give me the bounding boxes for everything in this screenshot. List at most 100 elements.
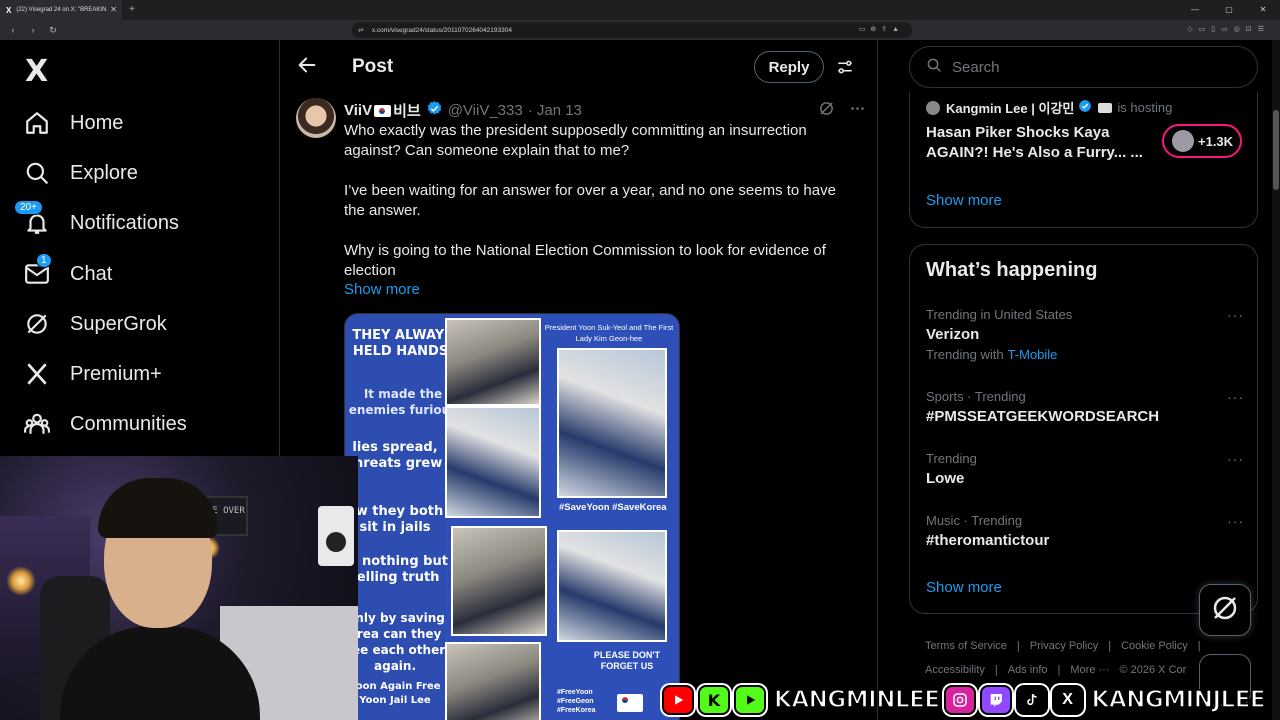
- nav-home[interactable]: Home: [24, 103, 123, 143]
- rumble-icon: [734, 685, 766, 715]
- window-controls: — ▢ ✕: [1178, 0, 1280, 20]
- footer-link[interactable]: Accessibility: [925, 664, 985, 676]
- trends-show-more-link[interactable]: Show more: [926, 579, 1002, 596]
- footer-links: Terms of Service | Privacy Policy | Cookie P…: [925, 634, 1225, 682]
- trend-context: Trending in United States: [926, 307, 1073, 322]
- footer-separator: |: [1108, 640, 1112, 652]
- more-options-icon[interactable]: ···: [1227, 389, 1244, 405]
- nav-premium[interactable]: Premium+: [24, 354, 162, 394]
- grok-floating-button[interactable]: [1199, 584, 1251, 636]
- footer-link[interactable]: More ···: [1070, 664, 1109, 676]
- nav-premium-label: Premium+: [70, 362, 162, 385]
- webcam-light: [6, 566, 36, 596]
- webcam-person-hair: [98, 478, 218, 538]
- grok-icon: [1210, 593, 1240, 628]
- footer-separator: |: [1016, 640, 1020, 652]
- nav-communities[interactable]: Communities: [24, 404, 187, 444]
- search-icon: [24, 160, 50, 186]
- whats-happening-title: What’s happening: [926, 259, 1098, 281]
- image-caption: ow they both sit in jails: [346, 504, 444, 535]
- tiktok-icon: [1015, 685, 1048, 715]
- nav-explore[interactable]: Explore: [24, 153, 138, 193]
- x-logo-icon[interactable]: X: [25, 54, 48, 89]
- home-icon: [24, 110, 50, 136]
- scrollbar-thumb[interactable]: [1273, 110, 1279, 190]
- forward-nav-icon[interactable]: ›: [26, 25, 40, 35]
- extension-icons[interactable]: ◇▭▯▭◎⊡☰: [1187, 25, 1270, 33]
- footer-link[interactable]: Terms of Service: [925, 640, 1007, 652]
- trend-context: Music · Trending: [926, 513, 1023, 528]
- search-box[interactable]: [909, 46, 1258, 88]
- image-photo: [445, 642, 541, 720]
- page-scrollbar[interactable]: [1272, 40, 1280, 720]
- tab-title: (22) Visegrad 24 on X: "BREAKIN: [16, 7, 107, 13]
- trend-item[interactable]: Sports · Trending #PMSSEATGEEKWORDSEARCH…: [926, 389, 1246, 427]
- post-date[interactable]: · Jan 13: [528, 102, 582, 119]
- image-caption: Yoon Again Free Yoon Jail Lee: [349, 681, 441, 706]
- live-space-card[interactable]: Kangmin Lee | 이강민 is hosting Hasan Piker…: [909, 92, 1258, 228]
- author-display-name[interactable]: ViiV: [344, 102, 372, 119]
- listener-count: +1.3K: [1198, 133, 1234, 149]
- post-image[interactable]: THEY ALWAYS HELD HANDS. It made the enem…: [344, 313, 680, 720]
- trend-item[interactable]: Trending Lowe ···: [926, 451, 1246, 489]
- show-more-link[interactable]: Show more: [344, 281, 420, 298]
- back-nav-icon[interactable]: ‹: [6, 25, 20, 35]
- listener-avatar: [1172, 130, 1194, 152]
- browser-tab[interactable]: X (22) Visegrad 24 on X: "BREAKIN ✕: [0, 0, 122, 20]
- nav-notifications[interactable]: 20+ Notifications: [14, 200, 179, 243]
- search-icon: [926, 57, 942, 78]
- x-icon: X: [1051, 685, 1084, 715]
- trend-item[interactable]: Trending in United States Verizon Trendi…: [926, 307, 1246, 362]
- banner-handle: KANGMINJLEE: [1091, 686, 1267, 714]
- main-column: Post Reply ViiV 비브 @ViiV_333 · Jan 13 Wh…: [280, 40, 878, 720]
- footer-separator: |: [1057, 664, 1061, 676]
- image-header-text: President Yoon Suk-Yeol and The First La…: [544, 323, 674, 343]
- minimize-icon[interactable]: —: [1178, 0, 1212, 20]
- image-please-text: PLEASE DON'T FORGET US: [593, 650, 661, 671]
- url-field[interactable]: ⇌ x.com/visegrad24/status/20110702640421…: [352, 22, 912, 38]
- trend-item[interactable]: Music · Trending #theromantictour ···: [926, 513, 1246, 551]
- nav-home-label: Home: [70, 111, 124, 134]
- footer-link[interactable]: Privacy Policy: [1030, 640, 1098, 652]
- new-tab-button[interactable]: +: [122, 0, 142, 20]
- back-arrow-icon[interactable]: [296, 54, 318, 81]
- post-row-actions: [818, 100, 866, 122]
- author-avatar[interactable]: [296, 98, 336, 138]
- nav-chat[interactable]: 1 Chat: [24, 253, 112, 294]
- site-info-icon[interactable]: ⇌: [358, 26, 364, 34]
- space-title[interactable]: Hasan Piker Shocks Kaya AGAIN?! He's Als…: [926, 123, 1156, 163]
- window-close-icon[interactable]: ✕: [1246, 0, 1280, 20]
- space-listeners-pill[interactable]: +1.3K: [1162, 124, 1242, 158]
- notifications-badge: 20+: [14, 200, 43, 215]
- webcam-speaker: [318, 506, 354, 566]
- sliders-icon[interactable]: [836, 58, 854, 81]
- footer-link[interactable]: Ads info: [1008, 664, 1048, 676]
- space-host-row: Kangmin Lee | 이강민 is hosting: [926, 98, 1172, 117]
- trend-with: Trending with T-Mobile: [926, 347, 1246, 362]
- youtube-icon: [662, 685, 694, 715]
- reload-icon[interactable]: ↻: [46, 25, 60, 36]
- nav-supergrok[interactable]: SuperGrok: [24, 304, 167, 344]
- x-icon: [24, 361, 50, 387]
- author-handle[interactable]: @ViiV_333: [448, 102, 523, 119]
- maximize-icon[interactable]: ▢: [1212, 0, 1246, 20]
- url-action-icons[interactable]: ▭⊕⇪▲: [859, 25, 904, 33]
- footer-link[interactable]: Cookie Policy: [1121, 640, 1188, 652]
- more-options-icon[interactable]: ···: [1227, 513, 1244, 529]
- trend-with-link[interactable]: T-Mobile: [1008, 347, 1058, 362]
- tab-close-icon[interactable]: ✕: [110, 5, 117, 14]
- kick-icon: K: [698, 685, 730, 715]
- korea-flag-icon: [374, 104, 392, 117]
- more-options-icon[interactable]: ···: [1227, 307, 1244, 323]
- nav-communities-label: Communities: [70, 412, 187, 435]
- address-bar-row: ‹ › ↻ ⇌ x.com/visegrad24/status/20110702…: [0, 20, 1280, 40]
- reply-button[interactable]: Reply: [754, 51, 824, 83]
- space-show-more-link[interactable]: Show more: [926, 192, 1002, 209]
- trend-name: #PMSSEATGEEKWORDSEARCH: [926, 408, 1160, 425]
- author-display-name-suffix[interactable]: 비브: [393, 100, 421, 121]
- grok-icon[interactable]: [818, 100, 835, 122]
- more-options-icon[interactable]: ···: [1227, 451, 1244, 467]
- search-input[interactable]: [952, 58, 1242, 76]
- space-hosting-text: is hosting: [1117, 100, 1173, 115]
- more-options-icon[interactable]: [849, 100, 866, 122]
